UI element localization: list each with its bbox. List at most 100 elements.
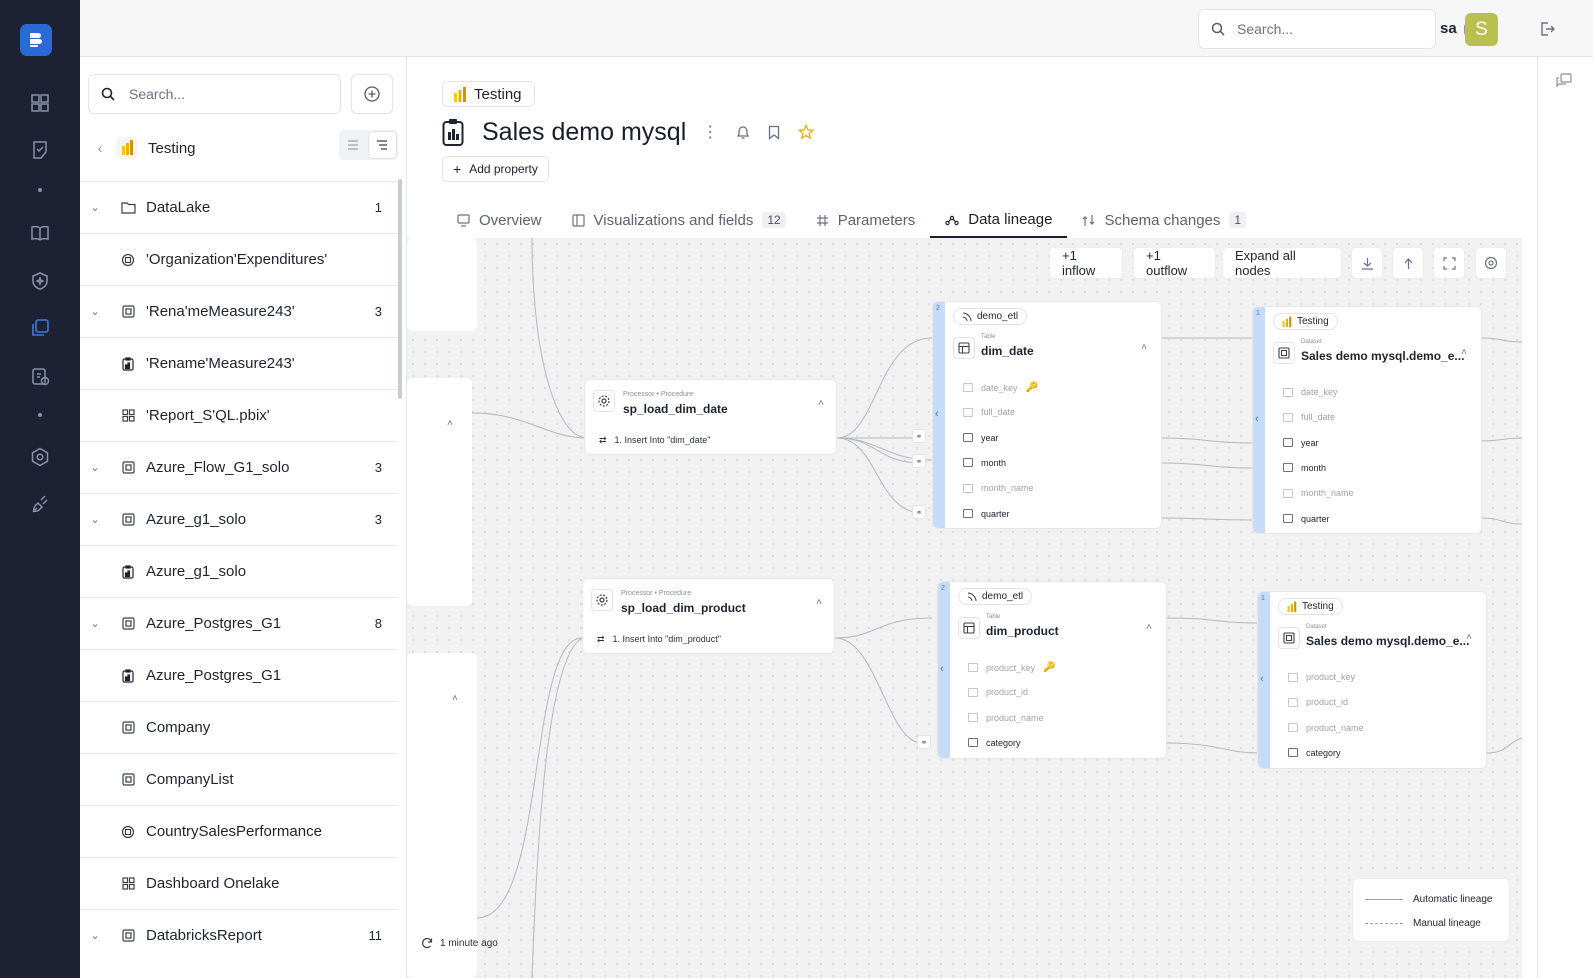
checklist-icon[interactable] xyxy=(28,138,52,162)
column-field[interactable]: category xyxy=(968,738,1021,748)
chevron-left-icon[interactable]: ‹ xyxy=(940,663,944,675)
tree-item[interactable]: ⌄ 'Rena'meMeasure243' 3 xyxy=(80,285,398,337)
column-field[interactable]: category xyxy=(1288,748,1341,758)
chevron-up-icon[interactable]: ˄ xyxy=(1141,342,1147,353)
inflow-button[interactable]: +1 inflow xyxy=(1049,247,1123,279)
chevron-left-icon[interactable]: ‹ xyxy=(1260,673,1264,685)
tree-item[interactable]: 'Rename'Measure243' xyxy=(80,337,398,389)
chevron-up-icon[interactable]: ˄ xyxy=(447,418,453,429)
book-icon[interactable] xyxy=(28,221,52,245)
fullscreen-button[interactable] xyxy=(1433,247,1465,279)
processor-step[interactable]: ⇄ 1. Insert Into "dim_date" xyxy=(599,435,711,446)
table-node[interactable]: 2 ‹ demo_etl Table dim_date ˄ date_key 🔑 full_da… xyxy=(932,301,1162,529)
column-field[interactable]: full_date xyxy=(963,407,1015,417)
node-side-bar[interactable]: 2 ‹ xyxy=(933,302,945,528)
download-button[interactable] xyxy=(1351,247,1383,279)
tree-item[interactable]: Company xyxy=(80,701,398,753)
tree-item[interactable]: ⌄ DataLake 1 xyxy=(80,181,398,233)
star-icon[interactable] xyxy=(798,124,815,140)
node-source-chip[interactable]: Testing xyxy=(1273,313,1338,330)
column-field[interactable]: product_key xyxy=(1288,672,1355,682)
table-node[interactable]: 2 ‹ demo_etl Table dim_product ˄ product_key 🔑 p… xyxy=(937,581,1167,759)
tree-item[interactable]: 'Organization'Expenditures' xyxy=(80,233,398,285)
add-property-button[interactable]: + Add property xyxy=(442,156,549,182)
mapping-icon[interactable]: ⚭ xyxy=(912,429,926,443)
app-logo[interactable] xyxy=(20,24,52,56)
column-field[interactable]: year xyxy=(963,433,999,443)
settings-button[interactable] xyxy=(1475,247,1507,279)
add-button[interactable] xyxy=(351,74,393,114)
tree-item[interactable]: CompanyList xyxy=(80,753,398,805)
column-field[interactable]: quarter xyxy=(963,509,1010,519)
scrollbar[interactable] xyxy=(398,179,402,399)
node-side-bar[interactable]: 1 ‹ xyxy=(1258,592,1270,768)
chevron-up-icon[interactable]: ˄ xyxy=(816,597,822,608)
comments-icon[interactable] xyxy=(1556,73,1572,89)
column-field[interactable]: full_date xyxy=(1283,412,1335,422)
catalog-icon[interactable] xyxy=(28,316,52,340)
column-field[interactable]: date_key 🔑 xyxy=(963,382,1038,393)
refresh-status[interactable]: 1 minute ago xyxy=(421,937,498,949)
tab-overview[interactable]: Overview xyxy=(442,202,557,238)
chevron-down-icon[interactable]: ⌄ xyxy=(88,513,102,526)
column-field[interactable]: product_key 🔑 xyxy=(968,662,1055,673)
more-options-icon[interactable]: ⋮ xyxy=(702,122,718,142)
column-field[interactable]: product_name xyxy=(1288,723,1364,733)
processor-node[interactable]: Processor • Procedure sp_load_dim_date ˄… xyxy=(584,379,837,455)
settings-hex-icon[interactable] xyxy=(28,445,52,469)
column-field[interactable]: month_name xyxy=(1283,488,1354,498)
tree-item[interactable]: 'Report_S'QL.pbix' xyxy=(80,389,398,441)
column-field[interactable]: product_id xyxy=(968,687,1028,697)
view-toggle[interactable] xyxy=(339,130,398,160)
chevron-down-icon[interactable]: ⌄ xyxy=(88,305,102,318)
chevron-up-icon[interactable]: ˄ xyxy=(818,398,824,409)
chevron-left-icon[interactable]: ‹ xyxy=(935,408,939,420)
tree-item[interactable]: ⌄ Azure_Flow_G1_solo 3 xyxy=(80,441,398,493)
avatar[interactable]: S xyxy=(1465,13,1498,46)
mapping-icon[interactable]: ⚭ xyxy=(912,505,926,519)
column-field[interactable]: product_id xyxy=(1288,697,1348,707)
column-field[interactable]: month xyxy=(963,458,1006,468)
tree-item[interactable]: Azure_Postgres_G1 xyxy=(80,649,398,701)
column-field[interactable]: year xyxy=(1283,438,1319,448)
clipboard-clock-icon[interactable] xyxy=(28,364,52,388)
shield-icon[interactable] xyxy=(28,269,52,293)
user-name[interactable]: sa xyxy=(1440,20,1457,37)
node-stub[interactable] xyxy=(407,238,477,331)
column-field[interactable]: date_key xyxy=(1283,387,1338,397)
node-source-chip[interactable]: demo_etl xyxy=(953,308,1028,325)
chevron-up-icon[interactable]: ˄ xyxy=(1461,347,1467,358)
chevron-down-icon[interactable]: ⌄ xyxy=(88,929,102,942)
column-field[interactable]: month_name xyxy=(963,483,1034,493)
sidebar-search-input[interactable]: Search... xyxy=(88,74,341,114)
column-field[interactable]: month xyxy=(1283,463,1326,473)
node-side-bar[interactable]: 1 ‹ xyxy=(1253,307,1265,533)
chevron-up-icon[interactable]: ˄ xyxy=(1466,632,1472,643)
tree-view-icon[interactable] xyxy=(368,132,396,158)
logout-icon[interactable] xyxy=(1538,20,1556,38)
chevron-left-icon[interactable]: ‹ xyxy=(1255,413,1259,425)
node-source-chip[interactable]: demo_etl xyxy=(958,588,1033,605)
bell-icon[interactable] xyxy=(736,125,750,140)
global-search-input[interactable]: Search... xyxy=(1198,9,1436,49)
tree-item[interactable]: ⌄ Azure_Postgres_G1 8 xyxy=(80,597,398,649)
plug-icon[interactable] xyxy=(28,493,52,517)
node-stub[interactable]: ˄ xyxy=(407,378,472,606)
mapping-icon[interactable]: ⚭ xyxy=(917,735,931,749)
dashboard-icon[interactable] xyxy=(28,91,52,115)
outflow-button[interactable]: +1 outflow xyxy=(1133,247,1216,279)
tree-item[interactable]: ⌄ Azure_g1_solo 3 xyxy=(80,493,398,545)
lineage-canvas[interactable]: ˄ ˄ +1 inflow +1 outflow Expand all node… xyxy=(407,238,1522,978)
tab-parameters[interactable]: Parameters xyxy=(801,202,931,238)
chevron-up-icon[interactable]: ˄ xyxy=(1146,622,1152,633)
dataset-node[interactable]: 1 ‹ Testing Dataset Sales demo mysql.demo_e.… xyxy=(1252,306,1482,534)
dataset-node[interactable]: 1 ‹ Testing Dataset Sales demo mysql.demo_e.… xyxy=(1257,591,1487,769)
column-field[interactable]: quarter xyxy=(1283,514,1330,524)
expand-all-button[interactable]: Expand all nodes xyxy=(1222,247,1342,279)
mapping-icon[interactable]: ⚭ xyxy=(912,454,926,468)
processor-step[interactable]: ⇄ 1. Insert Into "dim_product" xyxy=(597,634,721,645)
tab-visualizations[interactable]: Visualizations and fields 12 xyxy=(557,202,801,238)
node-source-chip[interactable]: Testing xyxy=(1278,598,1343,615)
chevron-down-icon[interactable]: ⌄ xyxy=(88,461,102,474)
list-view-icon[interactable] xyxy=(339,130,367,160)
